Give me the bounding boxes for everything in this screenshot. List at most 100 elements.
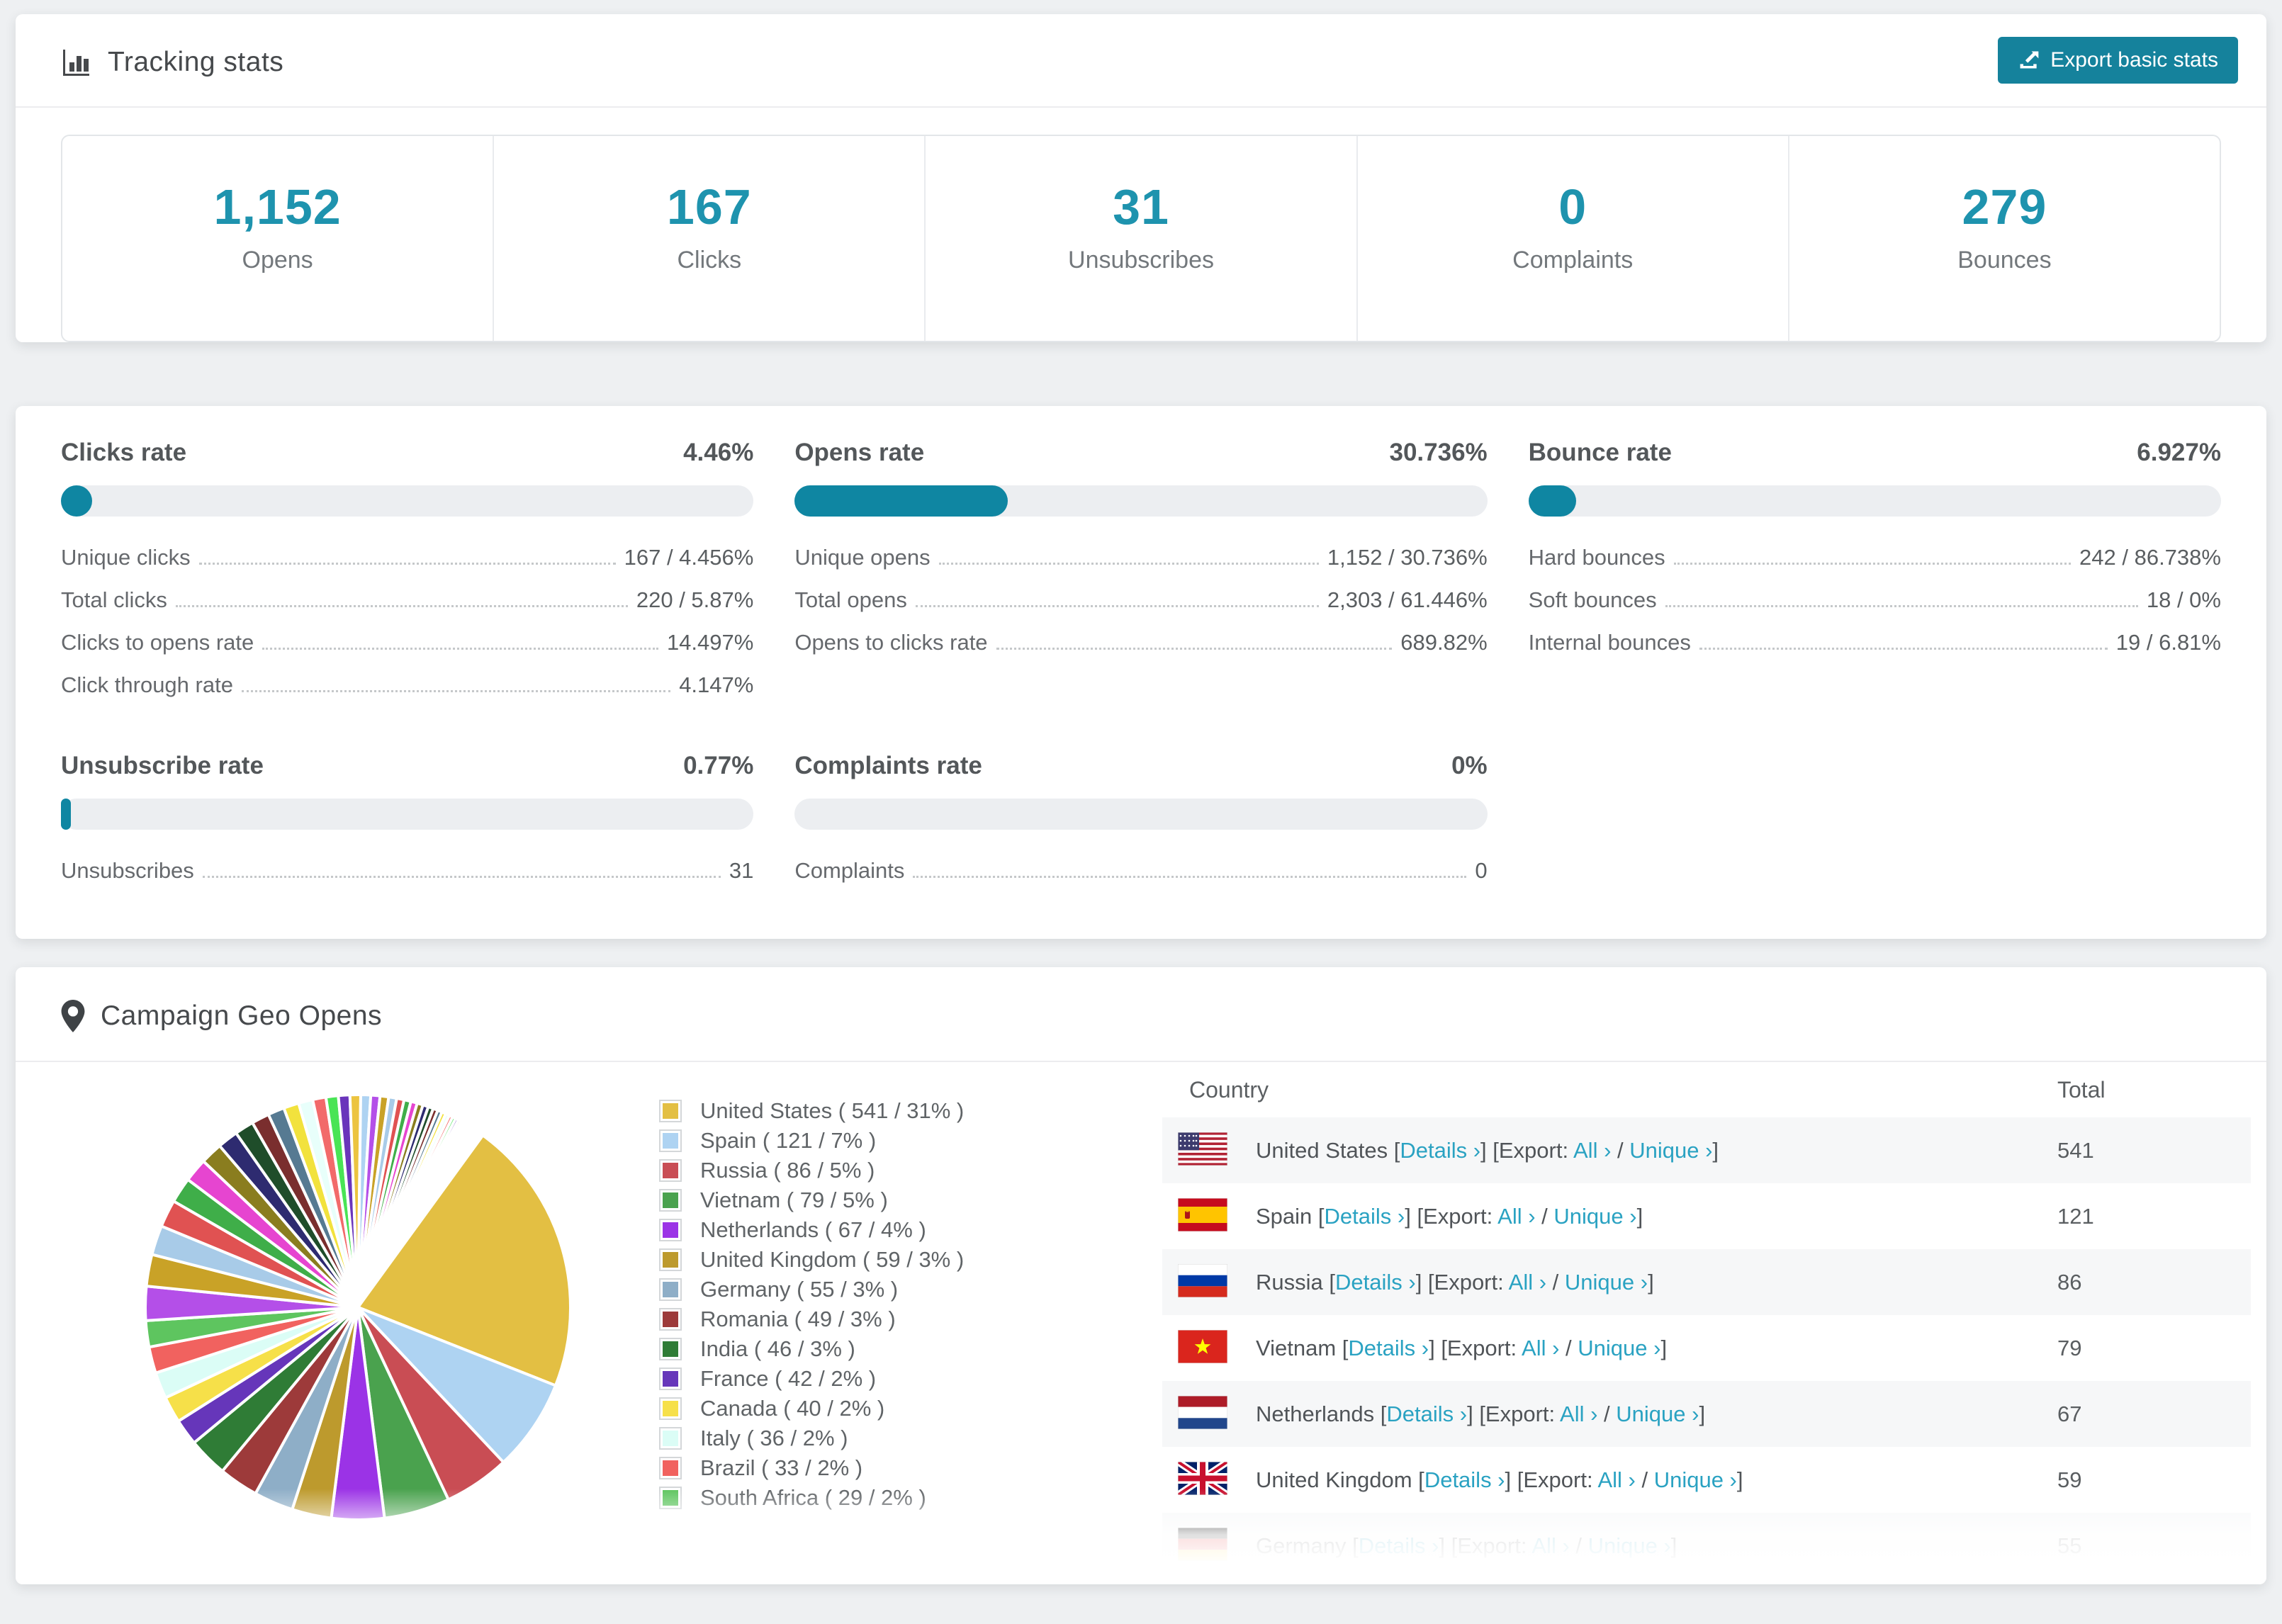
legend-item: South Africa ( 29 / 2% ) <box>659 1483 964 1513</box>
legend-swatch <box>659 1487 682 1509</box>
details-link-gb[interactable]: Details › <box>1424 1467 1505 1492</box>
geo-table: Country Total United States [Details ›] … <box>1162 1062 2251 1579</box>
details-link-vn[interactable]: Details › <box>1348 1336 1429 1360</box>
table-row-ru: Russia [Details ›] [Export: All › / Uniq… <box>1162 1249 2251 1315</box>
country-cell: Russia [Details ›] [Export: All › / Uniq… <box>1256 1269 1654 1295</box>
details-link-ru[interactable]: Details › <box>1335 1270 1416 1295</box>
total-column-header: Total <box>2057 1076 2106 1103</box>
rate-rows: Unique opens 1,152 / 30.736% Total opens 2,… <box>794 545 1487 655</box>
rate-head: Bounce rate 6.927% <box>1529 439 2221 467</box>
export-all-link-nl[interactable]: All › <box>1560 1402 1597 1426</box>
rate-block-opens-rate: Opens rate 30.736% Unique opens 1,152 / 30.… <box>794 439 1488 698</box>
rate-head: Complaints rate 0% <box>794 752 1487 780</box>
geo-opens-title: Campaign Geo Opens <box>101 1000 383 1031</box>
export-all-link-gb[interactable]: All › <box>1597 1467 1635 1492</box>
rate-head: Unsubscribe rate 0.77% <box>61 752 753 780</box>
rate-rows: Hard bounces 242 / 86.738% Soft bounces 18 … <box>1529 545 2221 655</box>
dotted-leader <box>1673 563 2072 565</box>
rate-value: 6.927% <box>2137 439 2221 466</box>
stat-cell: 1,152 Opens <box>62 136 493 341</box>
legend-item: Canada ( 40 / 2% ) <box>659 1394 964 1423</box>
rate-row: Unique opens 1,152 / 30.736% <box>794 545 1487 570</box>
dotted-leader <box>996 648 1393 650</box>
legend-item: United States ( 541 / 31% ) <box>659 1096 964 1126</box>
rate-row-value: 19 / 6.81% <box>2115 630 2221 655</box>
rate-row: Unsubscribes 31 <box>61 858 753 884</box>
dotted-leader <box>915 605 1319 607</box>
table-row-de: Germany [Details ›] [Export: All › / Uni… <box>1162 1513 2251 1579</box>
table-row-nl: Netherlands [Details ›] [Export: All › /… <box>1162 1381 2251 1447</box>
export-unique-link-es[interactable]: Unique › <box>1553 1204 1636 1229</box>
rate-row: Hard bounces 242 / 86.738% <box>1529 545 2221 570</box>
rate-row-label: Unique opens <box>794 545 931 570</box>
rate-row-value: 220 / 5.87% <box>636 587 754 612</box>
rate-row-value: 14.497% <box>666 630 754 655</box>
export-all-link-vn[interactable]: All › <box>1522 1336 1559 1360</box>
rate-rows: Unsubscribes 31 <box>61 858 753 884</box>
rate-row: Unique clicks 167 / 4.456% <box>61 545 753 570</box>
total-cell: 55 <box>2057 1533 2082 1558</box>
legend-swatch <box>659 1100 682 1122</box>
export-unique-link-ru[interactable]: Unique › <box>1565 1270 1648 1295</box>
tracking-stats-title: Tracking stats <box>108 47 284 77</box>
dotted-leader <box>913 876 1467 878</box>
export-unique-link-nl[interactable]: Unique › <box>1616 1402 1699 1426</box>
rate-rows: Complaints 0 <box>794 858 1487 884</box>
dotted-leader <box>1665 605 2138 607</box>
legend-label: Romania ( 49 / 3% ) <box>700 1307 896 1331</box>
export-all-link-es[interactable]: All › <box>1497 1204 1535 1229</box>
rate-head: Clicks rate 4.46% <box>61 439 753 467</box>
legend-label: Spain ( 121 / 7% ) <box>700 1128 877 1153</box>
flag-us-icon <box>1177 1132 1228 1169</box>
flag-gb-icon <box>1176 1458 1230 1499</box>
geo-opens-pie-chart[interactable] <box>135 1084 581 1530</box>
stat-label: Complaints <box>1512 247 1634 274</box>
tracking-stats-card: Tracking stats Export basic stats 1,152 O… <box>16 14 2266 342</box>
export-basic-stats-label: Export basic stats <box>2050 48 2218 72</box>
details-link-es[interactable]: Details › <box>1325 1204 1405 1229</box>
legend-swatch <box>659 1219 682 1241</box>
legend-swatch <box>659 1278 682 1301</box>
export-unique-link-gb[interactable]: Unique › <box>1654 1467 1737 1492</box>
legend-item: Russia ( 86 / 5% ) <box>659 1156 964 1185</box>
rate-row: Clicks to opens rate 14.497% <box>61 630 753 655</box>
total-cell: 67 <box>2057 1401 2082 1426</box>
rate-row-label: Internal bounces <box>1528 630 1691 655</box>
rate-progressbar-fill <box>61 485 92 517</box>
export-all-link-ru[interactable]: All › <box>1509 1270 1546 1295</box>
rate-row-value: 18 / 0% <box>2146 587 2221 612</box>
legend-label: Canada ( 40 / 2% ) <box>700 1396 885 1421</box>
stats-row: 1,152 Opens 167 Clicks 31 Unsubscribes 0 Compla… <box>61 135 2221 342</box>
dotted-leader <box>198 563 616 565</box>
export-all-link-us[interactable]: All › <box>1573 1138 1611 1163</box>
rate-block-unsubscribe-rate: Unsubscribe rate 0.77% Unsubscribes 31 <box>61 752 754 884</box>
legend-swatch <box>659 1368 682 1390</box>
export-all-link-de[interactable]: All › <box>1531 1533 1569 1558</box>
dotted-leader <box>175 605 628 607</box>
rate-rows: Unique clicks 167 / 4.456% Total clicks 220… <box>61 545 753 698</box>
details-link-nl[interactable]: Details › <box>1386 1402 1467 1426</box>
export-unique-link-us[interactable]: Unique › <box>1629 1138 1712 1163</box>
export-unique-link-vn[interactable]: Unique › <box>1578 1336 1660 1360</box>
rate-row: Complaints 0 <box>794 858 1487 884</box>
details-link-de[interactable]: Details › <box>1359 1533 1439 1558</box>
rate-row: Total opens 2,303 / 61.446% <box>794 587 1487 613</box>
export-unique-link-de[interactable]: Unique › <box>1588 1533 1671 1558</box>
stat-cell: 279 Bounces <box>1787 136 2220 341</box>
export-basic-stats-button[interactable]: Export basic stats <box>1998 37 2238 84</box>
legend-item: India ( 46 / 3% ) <box>659 1334 964 1364</box>
details-link-us[interactable]: Details › <box>1400 1138 1480 1163</box>
legend-label: United States ( 541 / 31% ) <box>700 1098 965 1123</box>
rate-row-label: Click through rate <box>61 672 233 697</box>
rate-row-label: Complaints <box>794 858 905 883</box>
rate-title: Unsubscribe rate <box>61 752 264 779</box>
table-row-us: United States [Details ›] [Export: All ›… <box>1162 1117 2251 1183</box>
rate-row-label: Hard bounces <box>1528 545 1665 570</box>
rate-block-complaints-rate: Complaints rate 0% Complaints 0 <box>794 752 1488 884</box>
stat-value: 0 <box>1558 179 1587 235</box>
legend-swatch <box>659 1397 682 1420</box>
legend-item: Vietnam ( 79 / 5% ) <box>659 1185 964 1215</box>
rate-row: Internal bounces 19 / 6.81% <box>1529 630 2221 655</box>
rates-grid: Clicks rate 4.46% Unique clicks 167 / 4.456… <box>61 439 2221 884</box>
rate-row-label: Unsubscribes <box>61 858 194 883</box>
